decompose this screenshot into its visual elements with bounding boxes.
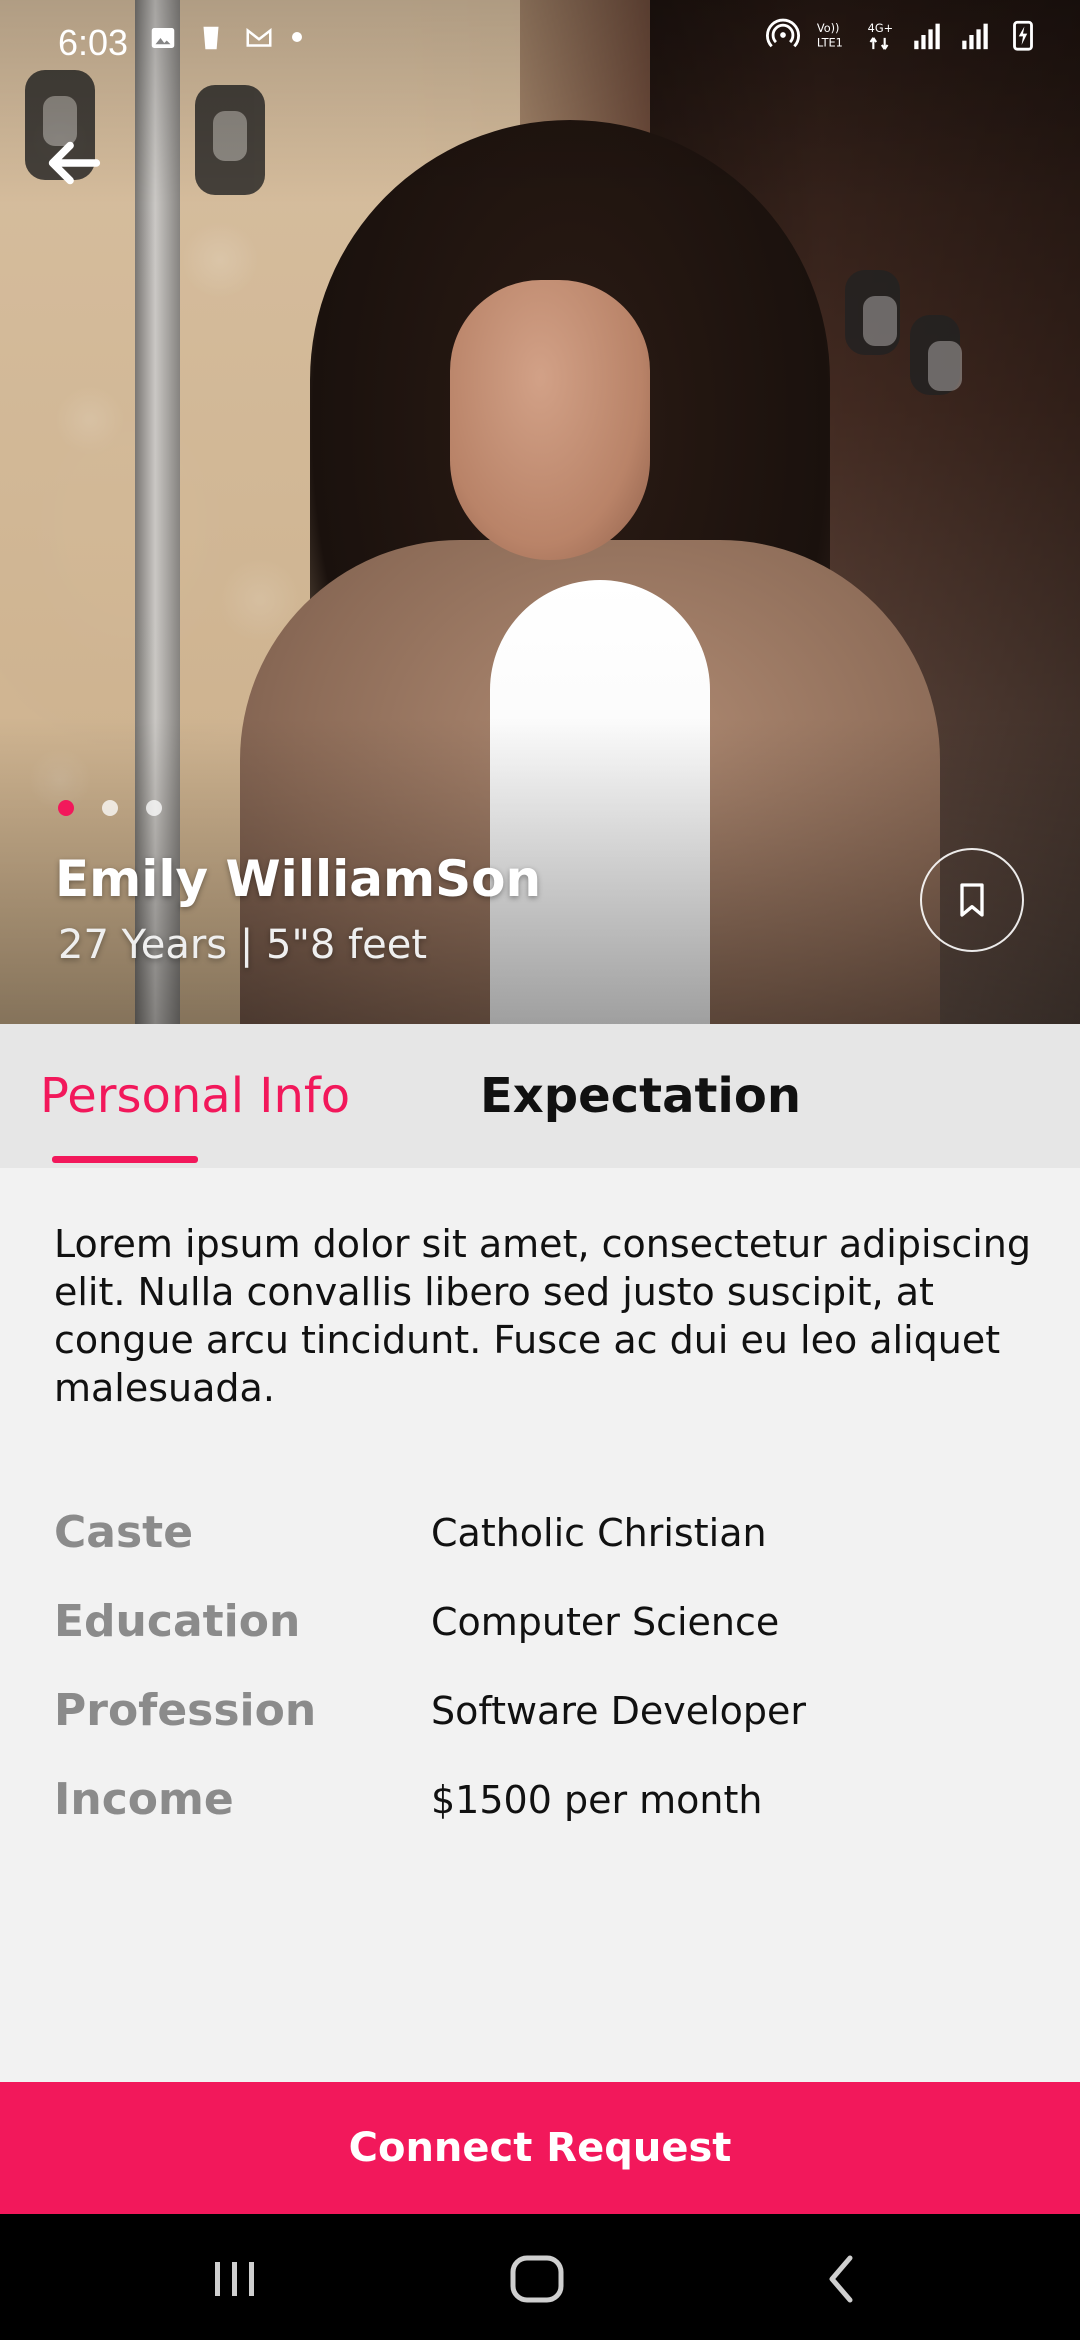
gallery-icon <box>148 22 178 52</box>
chevron-left-icon <box>829 2255 853 2303</box>
home-icon <box>510 2255 564 2303</box>
detail-label: Caste <box>54 1507 194 1558</box>
bookmark-button[interactable] <box>920 848 1024 952</box>
svg-text:Vo)): Vo)) <box>817 21 840 35</box>
about-text: Lorem ipsum dolor sit amet, consectetur … <box>54 1222 1031 1410</box>
detail-row-income: Income $1500 per month <box>54 1755 1034 1844</box>
detail-value: Software Developer <box>431 1688 807 1733</box>
4g-icon: 4G+ <box>862 18 893 50</box>
arrow-left-icon <box>48 141 101 185</box>
recents-button[interactable] <box>195 2244 275 2314</box>
status-time: 6:03 <box>58 22 129 63</box>
profile-screen: 6:03 Vo)) LTE1 4G+ Emily WilliamSon 27 Y… <box>0 0 1080 2340</box>
svg-text:LTE1: LTE1 <box>817 35 843 49</box>
status-icons-left <box>148 22 302 52</box>
svg-text:4G+: 4G+ <box>868 21 893 35</box>
carousel-dot-active[interactable] <box>58 800 74 816</box>
cup-icon <box>196 22 226 52</box>
gmail-icon <box>244 22 274 52</box>
carousel-dot[interactable] <box>102 800 118 816</box>
bookmark-icon <box>960 883 984 917</box>
detail-label: Income <box>54 1774 234 1825</box>
profile-name: Emily WilliamSon <box>55 850 542 908</box>
tab-expectation[interactable]: Expectation <box>480 1024 801 1168</box>
detail-value: $1500 per month <box>431 1777 763 1822</box>
detail-row-profession: Profession Software Developer <box>54 1666 1034 1755</box>
tab-active-indicator <box>52 1156 198 1163</box>
signal-icon <box>958 18 988 50</box>
details-list: Caste Catholic Christian Education Compu… <box>54 1488 1034 1844</box>
hotspot-icon <box>766 18 800 48</box>
back-button[interactable] <box>38 128 108 198</box>
detail-value: Catholic Christian <box>431 1510 767 1555</box>
system-back-button[interactable] <box>800 2244 880 2314</box>
system-navigation-bar <box>0 2214 1080 2340</box>
home-button[interactable] <box>497 2244 577 2314</box>
dot-icon <box>292 32 302 42</box>
profile-age-height: 27 Years | 5"8 feet <box>58 922 428 968</box>
tab-bar: Personal Info Expectation <box>0 1024 1080 1168</box>
detail-label: Profession <box>54 1685 317 1736</box>
tab-personal-info[interactable]: Personal Info <box>40 1024 350 1168</box>
detail-row-education: Education Computer Science <box>54 1577 1034 1666</box>
recents-icon <box>215 2262 254 2296</box>
detail-label: Education <box>54 1596 301 1647</box>
connect-request-button[interactable]: Connect Request <box>0 2082 1080 2214</box>
carousel-indicator[interactable] <box>58 800 162 816</box>
battery-charging-icon <box>1006 18 1036 51</box>
signal-icon <box>910 18 940 50</box>
personal-info-panel: Lorem ipsum dolor sit amet, consectetur … <box>54 1220 1034 1412</box>
status-bar: 6:03 Vo)) LTE1 4G+ <box>0 0 1080 90</box>
status-icons-right: Vo)) LTE1 4G+ <box>766 18 1036 51</box>
detail-row-caste: Caste Catholic Christian <box>54 1488 1034 1577</box>
carousel-dot[interactable] <box>146 800 162 816</box>
detail-value: Computer Science <box>431 1599 780 1644</box>
volte-icon: Vo)) LTE1 <box>814 18 844 49</box>
